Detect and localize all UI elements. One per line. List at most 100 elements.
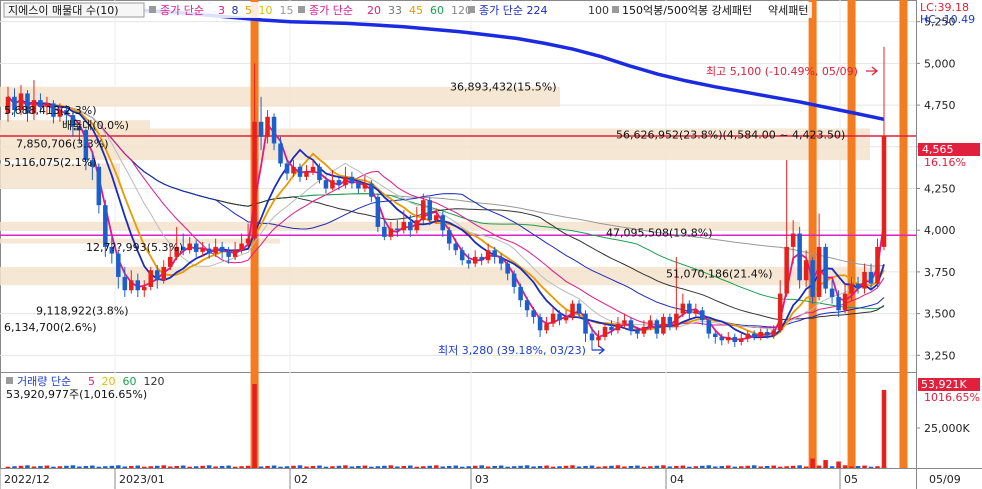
legend-period: 8 <box>232 4 239 17</box>
candle-body <box>427 200 433 221</box>
annotation-high: 최고 5,100 (-10.49%, 05/09) <box>706 65 858 78</box>
stock-chart[interactable]: 36,893,432(15.5%) 5,688,413(2.3%) 배물대(0.0%… <box>0 0 982 489</box>
volume-bar <box>90 465 95 468</box>
current-volume-change: 1016.65% <box>924 391 980 404</box>
candle-body <box>738 338 744 342</box>
volume-profile-label: 47,095,508(19.8%) <box>606 227 713 240</box>
candle-body <box>446 230 452 244</box>
candle-body <box>421 200 426 221</box>
candle-body <box>784 246 789 294</box>
legend-swatch-4 <box>612 6 619 13</box>
candle-body <box>304 171 309 177</box>
volume-bar <box>122 466 128 468</box>
candle-body <box>336 180 342 186</box>
candle-body <box>200 248 205 252</box>
legend-period: 3 <box>218 4 225 17</box>
volume-bar <box>784 466 789 468</box>
volume-profile-label: 12,7??,993(5.3%) <box>86 241 183 254</box>
candle-body <box>362 183 368 189</box>
candle-body <box>524 300 530 311</box>
candle-body <box>706 320 712 334</box>
volume-bar <box>18 465 24 468</box>
candle-body <box>836 296 841 311</box>
candle-body <box>550 313 556 324</box>
candle-body <box>628 320 634 331</box>
volume-bar <box>829 466 835 468</box>
candle-body <box>310 166 316 172</box>
candle-body <box>751 333 757 337</box>
volume-bar <box>446 466 452 468</box>
volume-bar <box>622 466 627 468</box>
volume-bar <box>700 465 705 468</box>
candle-body <box>687 303 692 314</box>
candle-body <box>187 243 192 251</box>
volume-bar <box>375 466 381 468</box>
volume-bar <box>544 465 549 468</box>
volume-bar <box>336 465 342 468</box>
candle-body <box>245 238 251 244</box>
legend-period: 5 <box>245 4 252 17</box>
volume-bar <box>498 465 504 468</box>
candle-body <box>356 183 361 189</box>
volume-bar <box>557 466 562 468</box>
volume-legend-period: 20 <box>102 375 116 388</box>
candle-body <box>265 116 270 137</box>
volume-bar <box>589 465 595 468</box>
volume-axis-label: 25,000K <box>924 422 970 435</box>
volume-profile-label: 36,893,432(15.5%) <box>450 81 557 94</box>
candle-body <box>849 283 854 294</box>
volume-bar <box>777 466 783 468</box>
volume-bar <box>570 465 575 468</box>
volume-bar <box>213 466 218 468</box>
candle-body <box>226 251 231 257</box>
volume-legend-period: 120 <box>144 375 165 388</box>
volume-bar <box>96 466 102 468</box>
volume-bar <box>680 465 686 468</box>
candle-body <box>797 233 802 281</box>
volume-bar <box>25 465 30 468</box>
volume-bar <box>550 466 556 468</box>
candle-body <box>700 310 705 321</box>
volume-bar <box>654 465 660 468</box>
candle-body <box>875 246 880 284</box>
volume-bar <box>278 466 283 468</box>
legend-title[interactable]: 지에스이 매물대 수(10) <box>8 4 119 17</box>
volume-bar <box>310 466 316 468</box>
volume-bar <box>797 465 802 468</box>
candle-body <box>674 313 679 327</box>
volume-bar <box>304 466 309 468</box>
volume-profile-label: 6,134,700(2.6%) <box>4 321 97 334</box>
candle-body <box>167 256 173 267</box>
volume-bar <box>524 465 530 468</box>
volume-bar <box>343 465 348 468</box>
volume-bar <box>356 466 361 468</box>
price-tick-label: 4,000 <box>924 224 956 237</box>
candle-body <box>466 260 471 264</box>
legend-pattern: 150억봉/500억봉 강세패턴 <box>622 4 752 17</box>
candle-body <box>661 316 666 334</box>
legend-swatch-2 <box>298 6 305 13</box>
volume-bar <box>141 466 147 468</box>
date-tick-label: 2022/12 <box>4 473 50 486</box>
volume-bar <box>70 465 76 468</box>
volume-spike-bar <box>810 458 815 468</box>
candle-body <box>563 316 569 321</box>
volume-bar <box>687 466 692 468</box>
current-price-value: 4,565 <box>922 143 954 156</box>
candle-body <box>654 320 660 334</box>
legend-ma3-label: 종가 단순 224 <box>479 4 547 17</box>
candle-body <box>258 121 264 137</box>
volume-bar <box>713 466 718 468</box>
candle-body <box>505 263 510 274</box>
candle-body <box>401 221 407 231</box>
candle-body <box>440 215 446 231</box>
volume-bar <box>103 466 108 468</box>
volume-bar <box>875 466 880 468</box>
candle-body <box>206 248 212 254</box>
volume-legend-swatch <box>6 377 13 384</box>
candle-body <box>154 270 160 281</box>
volume-bar <box>414 466 420 468</box>
volume-bar <box>408 465 413 468</box>
price-tick-label: 5,000 <box>924 57 956 70</box>
volume-bar <box>758 466 763 468</box>
